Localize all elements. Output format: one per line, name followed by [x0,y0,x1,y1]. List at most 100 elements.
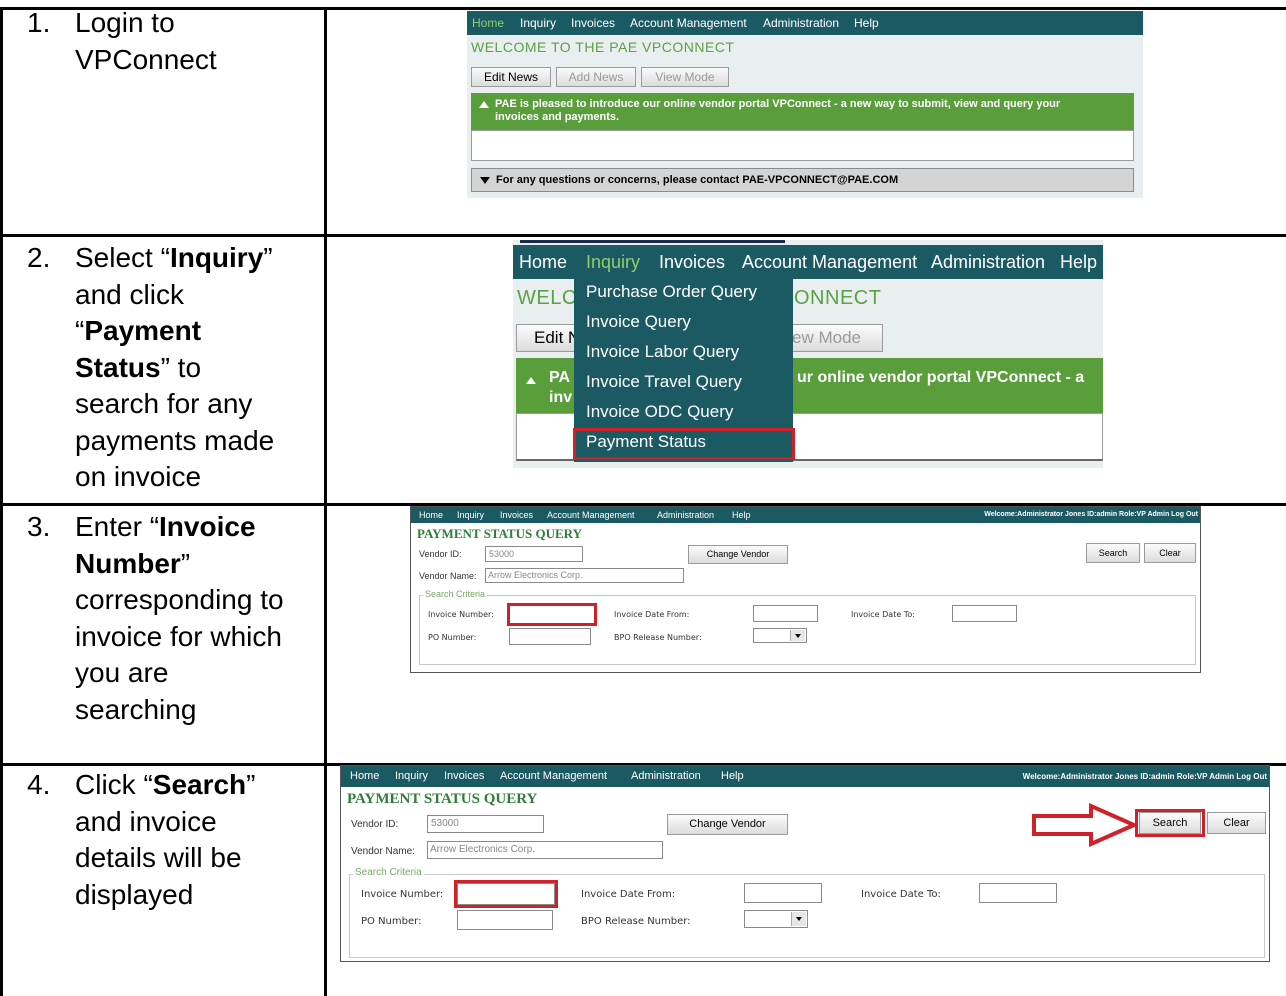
step-text: ” [180,547,191,579]
menu-item-purchase-order-query[interactable]: Purchase Order Query [586,282,757,302]
invoice-number-label: Invoice Number: [428,610,494,619]
menu-item-invoice-labor-query[interactable]: Invoice Labor Query [586,342,739,362]
nav-home[interactable]: Home [419,507,443,523]
vendor-name-field[interactable]: Arrow Electronics Corp. [427,841,663,859]
nav-help[interactable]: Help [732,507,751,523]
user-info: Welcome:Administrator Jones ID:admin Rol… [984,511,1198,518]
invoice-number-highlight [507,603,597,626]
screenshot-welcome: Home Inquiry Invoices Account Management… [467,11,1143,198]
step-line: VPConnect [75,43,217,75]
user-info: Welcome:Administrator Jones ID:admin Rol… [1022,772,1267,781]
nav-account-management[interactable]: Account Management [630,11,747,35]
news-text-partial: PA [549,369,571,386]
step-keyword: Number [75,547,181,579]
change-vendor-button[interactable]: Change Vendor [688,545,788,564]
nav-administration[interactable]: Administration [657,507,714,523]
step-line: search for any [75,388,253,419]
nav-help[interactable]: Help [1060,245,1097,279]
nav-bar: Home Inquiry Invoices Account Management… [513,245,1103,279]
nav-home[interactable]: Home [472,11,504,35]
nav-invoices[interactable]: Invoices [571,11,615,35]
invoice-date-from-field[interactable] [744,883,822,903]
step-keyword: Inquiry [169,242,264,273]
collapse-icon[interactable] [479,101,489,108]
invoice-date-to-field[interactable] [979,883,1057,903]
nav-invoices[interactable]: Invoices [500,507,533,523]
search-button[interactable]: Search [1086,543,1140,563]
change-vendor-button[interactable]: Change Vendor [667,814,788,835]
row-divider-1 [0,234,1286,237]
po-number-field[interactable] [509,628,591,645]
collapse-icon[interactable] [526,377,536,384]
vendor-name-field[interactable]: Arrow Electronics Corp. [485,568,684,583]
step-text: Enter “ [75,511,160,542]
welcome-title: WELCOME TO THE PAE VPCONNECT [471,39,735,55]
bpo-release-select[interactable] [753,628,807,643]
step-line: you are [75,657,169,688]
nav-administration[interactable]: Administration [631,766,701,787]
step-line: displayed [75,878,194,910]
edit-news-button[interactable]: Edit News [471,67,551,87]
step-text: ” [246,769,256,800]
vendor-id-field[interactable]: 53000 [427,815,544,833]
nav-inquiry[interactable]: Inquiry [457,507,484,523]
vendor-name-label: Vendor Name: [351,846,415,857]
nav-inquiry[interactable]: Inquiry [395,766,428,787]
step-line: details will be [75,842,242,873]
news-text-line: PAE is pleased to introduce our online v… [495,98,1061,110]
bpo-release-label: BPO Release Number: [581,916,691,927]
bpo-release-label: BPO Release Number: [614,633,702,642]
table-border-left [0,7,3,996]
nav-home[interactable]: Home [519,245,567,279]
menu-item-invoice-travel-query[interactable]: Invoice Travel Query [586,372,742,392]
menu-item-invoice-odc-query[interactable]: Invoice ODC Query [586,402,733,422]
nav-inquiry[interactable]: Inquiry [520,11,556,35]
vendor-id-label: Vendor ID: [419,549,462,559]
payment-status-highlight [573,428,795,460]
nav-account-management[interactable]: Account Management [547,507,635,523]
page-title: PAYMENT STATUS QUERY [417,526,582,541]
screenshot-inquiry-menu: Home Inquiry Invoices Account Management… [513,240,1103,468]
dropdown-arrow-icon [796,917,802,921]
contact-text: For any questions or concerns, please co… [496,174,899,186]
dropdown-arrow-icon [795,633,801,638]
step-number: 2. [27,242,51,273]
top-accent [520,240,785,243]
step-text: ” [263,242,273,273]
vendor-id-label: Vendor ID: [351,819,399,830]
menu-item-invoice-query[interactable]: Invoice Query [586,312,691,332]
nav-help[interactable]: Help [721,766,744,787]
step-keyword: Payment [84,315,202,346]
po-number-field[interactable] [457,910,553,930]
nav-invoices[interactable]: Invoices [659,245,725,279]
search-button-highlight [1135,809,1205,837]
screenshot-payment-query: Home Inquiry Invoices Account Management… [410,506,1201,673]
nav-account-management[interactable]: Account Management [742,245,917,279]
step-line: Login to [75,7,175,38]
nav-administration[interactable]: Administration [931,245,1045,279]
nav-help[interactable]: Help [854,11,879,35]
bpo-release-select[interactable] [744,910,808,928]
nav-home[interactable]: Home [350,766,379,787]
clear-button[interactable]: Clear [1144,543,1196,563]
search-criteria-legend: Search Criteria [353,867,424,878]
nav-inquiry[interactable]: Inquiry [586,245,640,279]
nav-administration[interactable]: Administration [763,11,839,35]
expand-icon[interactable] [480,177,490,184]
step-text: Click “ [75,769,153,800]
invoice-date-from-field[interactable] [753,605,818,622]
step-line: searching [75,693,197,725]
clear-button[interactable]: Clear [1207,812,1266,834]
invoice-date-from-label: Invoice Date From: [581,889,676,900]
view-mode-button[interactable]: ew Mode [783,324,883,352]
vendor-id-field[interactable]: 53000 [485,546,583,562]
invoice-date-to-label: Invoice Date To: [851,610,915,619]
invoice-date-to-field[interactable] [952,605,1017,622]
nav-bar: Home Inquiry Invoices Account Management… [467,11,1143,35]
add-news-button[interactable]: Add News [556,67,636,87]
nav-account-management[interactable]: Account Management [500,766,607,787]
invoice-number-highlight [454,880,558,908]
view-mode-button[interactable]: View Mode [641,67,729,87]
nav-invoices[interactable]: Invoices [444,766,484,787]
step-line: payments made [75,424,275,456]
